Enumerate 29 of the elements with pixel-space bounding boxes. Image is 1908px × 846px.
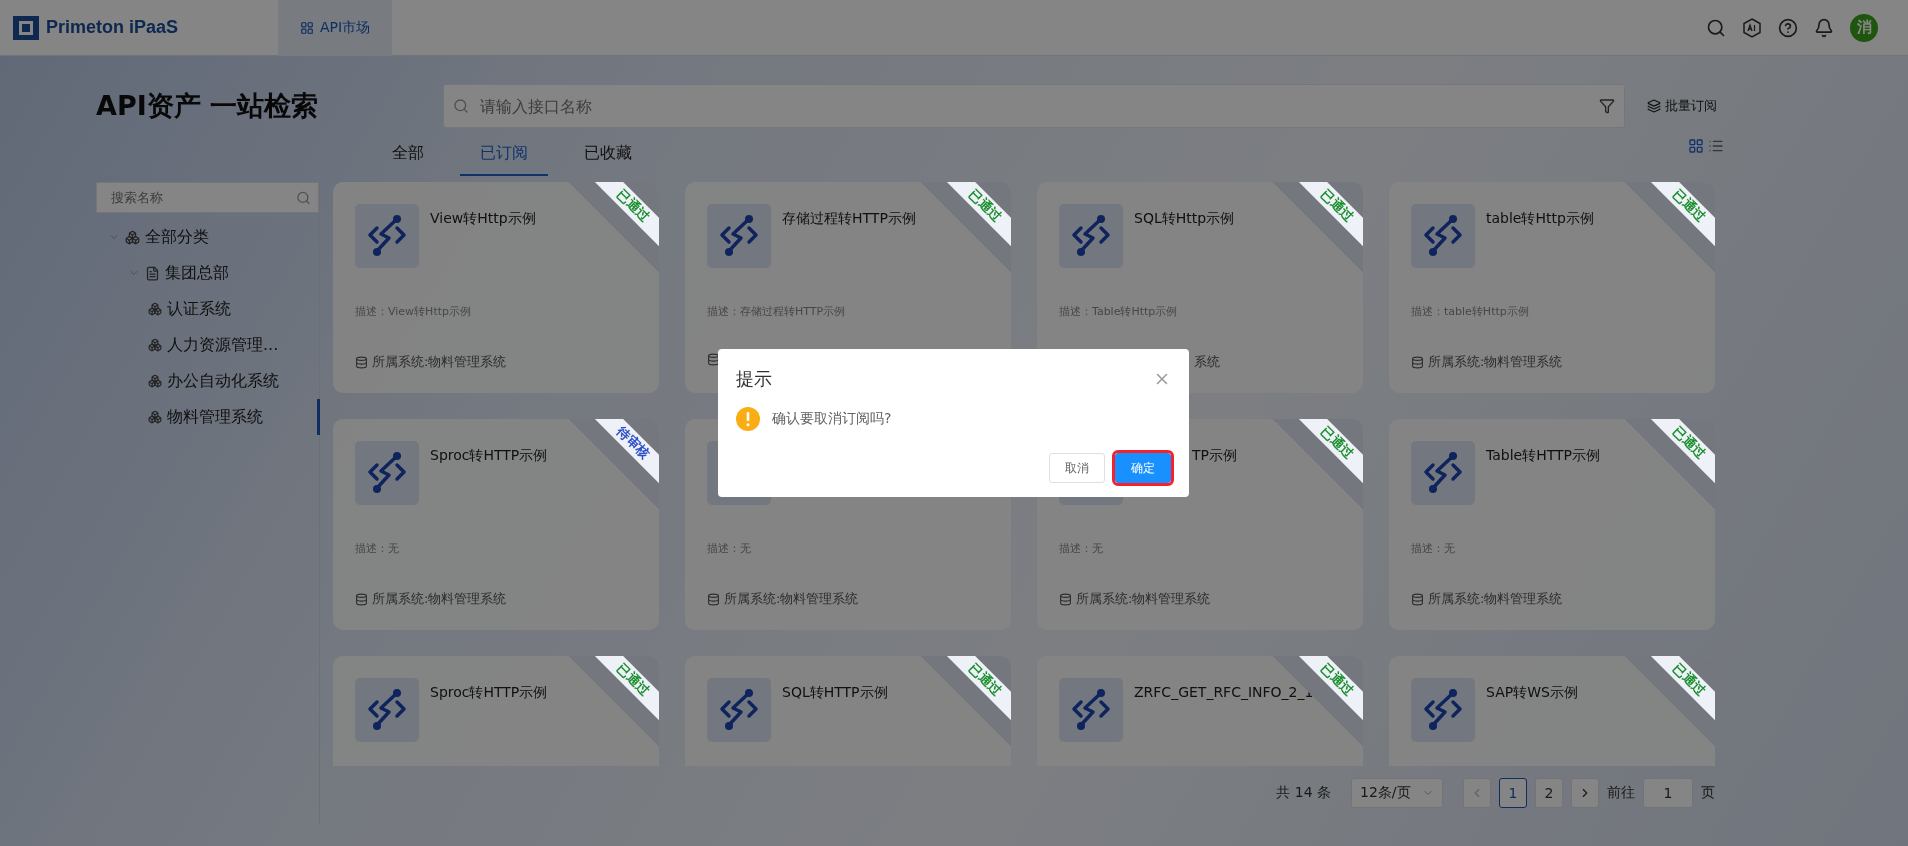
system-label: 系统: [1194, 353, 1220, 371]
card-title: SQL转HTTP示例: [782, 684, 888, 702]
card-title: View转Http示例: [430, 210, 536, 228]
card-title: Table转HTTP示例: [1486, 447, 1601, 465]
tree-label: 全部分类: [145, 226, 209, 248]
tree-label: 认证系统: [167, 298, 231, 320]
system-label: 所属系统:物料管理系统: [372, 353, 507, 371]
card-title: table转Http示例: [1486, 210, 1594, 228]
page-title: API资产 一站检索: [96, 89, 320, 123]
system-label: 所属系统:物料管理系统: [1428, 353, 1563, 371]
tree-label: 人力资源管理...: [167, 334, 279, 356]
system-label: 所属系统:物料管理系统: [724, 590, 859, 608]
logo-text: Primeton iPaaS: [46, 17, 179, 38]
card-title: Sproc转HTTP示例: [430, 684, 548, 702]
dialog-title: 提示: [736, 367, 772, 391]
system-label: 所属系统:物料管理系统: [372, 590, 507, 608]
goto-label: 前往: [1607, 784, 1635, 802]
system-label: 所属系统:物料管理系统: [1076, 590, 1211, 608]
card-title: Sproc转HTTP示例: [430, 447, 548, 465]
system-label: 所属系统:物料管理系统: [1428, 590, 1563, 608]
total-count: 共 14 条: [1276, 784, 1331, 802]
page-unit: 页: [1701, 784, 1715, 802]
card-title: TP示例: [1192, 447, 1237, 465]
card-title: SQL转Http示例: [1134, 210, 1235, 228]
tree-label: 集团总部: [165, 262, 229, 284]
card-title: SAP转WS示例: [1486, 684, 1578, 702]
card-title: 存储过程转HTTP示例: [782, 210, 916, 228]
tree-label: 办公自动化系统: [167, 370, 279, 392]
tree-label: 物料管理系统: [167, 406, 263, 428]
